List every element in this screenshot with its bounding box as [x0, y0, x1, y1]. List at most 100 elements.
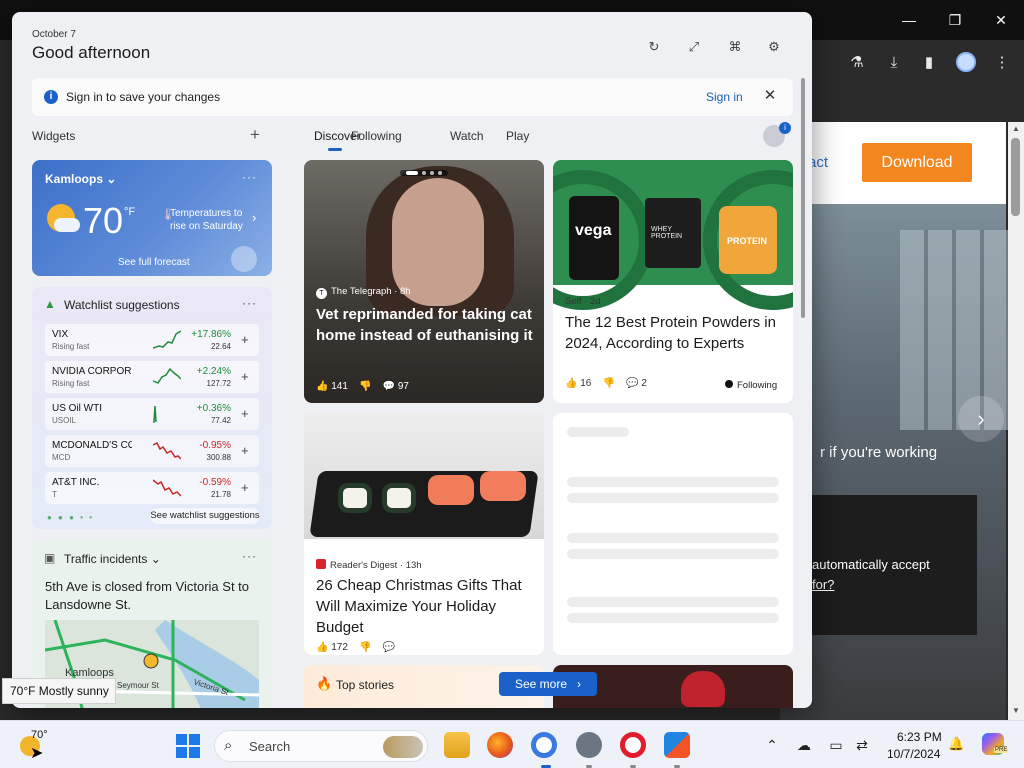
article-image: vega WHEY PROTEIN PROTEIN: [553, 160, 793, 310]
side-panel-icon[interactable]: ▮: [918, 52, 940, 74]
network-icon[interactable]: ⇄: [852, 735, 872, 755]
stock-row[interactable]: VIX Rising fast +17.86% 22.64 +: [45, 324, 259, 356]
dislike-icon[interactable]: 👎: [359, 381, 371, 392]
display-icon[interactable]: ▭: [826, 735, 846, 755]
comment-count: 2: [641, 378, 647, 389]
close-banner-icon[interactable]: ✕: [760, 86, 780, 106]
like-count: 16: [580, 378, 592, 389]
like-icon[interactable]: 👍: [316, 381, 328, 392]
expand-icon[interactable]: ⤢: [683, 36, 705, 58]
microsoft-store-icon[interactable]: [664, 732, 690, 758]
maximize-button[interactable]: ❐: [943, 8, 967, 32]
signin-link[interactable]: Sign in: [706, 90, 743, 104]
cookie-dialog-link[interactable]: for?: [812, 577, 834, 592]
download-button[interactable]: Download: [862, 143, 972, 182]
see-watchlist-button[interactable]: See watchlist suggestions: [150, 508, 260, 524]
taskbar-date[interactable]: 10/7/2024: [887, 747, 940, 761]
file-explorer-icon[interactable]: [444, 732, 470, 758]
news-card[interactable]: vega WHEY PROTEIN PROTEIN Self · 2d The …: [553, 160, 793, 403]
weather-more-options[interactable]: ···: [242, 170, 257, 184]
tab-play[interactable]: Play: [506, 129, 529, 143]
stock-row[interactable]: AT&T INC. T -0.59% 21.78 +: [45, 472, 259, 504]
chrome-icon[interactable]: [531, 732, 557, 758]
skeleton-line: [567, 613, 779, 623]
tab-following[interactable]: Following: [351, 129, 402, 143]
watchlist-more-options[interactable]: ···: [242, 296, 257, 310]
pin-icon[interactable]: ⌘: [724, 36, 746, 58]
slideshow-indicator: [400, 170, 448, 176]
add-stock-button[interactable]: +: [241, 443, 249, 458]
traffic-more-options[interactable]: ···: [242, 549, 257, 563]
panel-scrollbar[interactable]: [801, 78, 805, 318]
article-source[interactable]: Reader's Digest · 13h: [316, 559, 422, 571]
add-stock-button[interactable]: +: [241, 369, 249, 384]
following-badge[interactable]: Following: [725, 380, 777, 391]
labs-flask-icon[interactable]: ⚗: [846, 52, 868, 74]
add-stock-button[interactable]: +: [241, 332, 249, 347]
cloud-offline-icon[interactable]: ☁: [794, 735, 814, 755]
chevron-right-icon[interactable]: ›: [252, 210, 256, 225]
stocks-icon: ▲: [44, 297, 56, 311]
stock-price: 22.64: [210, 342, 231, 351]
stock-row[interactable]: MCDONALD'S COR... MCD -0.95% 300.88 +: [45, 435, 259, 467]
pagination-dots[interactable]: ● ● ● • •: [47, 513, 94, 522]
stock-row[interactable]: US Oil WTI USOIL +0.36% 77.42 +: [45, 398, 259, 430]
signin-message: Sign in to save your changes: [66, 90, 221, 104]
minimize-button[interactable]: —: [897, 8, 921, 32]
profile-avatar-icon[interactable]: [956, 52, 976, 72]
article-headline[interactable]: The 12 Best Protein Powders in 2024, Acc…: [565, 312, 787, 354]
protein-jar-image: PROTEIN: [719, 206, 777, 274]
tab-watch[interactable]: Watch: [450, 129, 484, 143]
add-widget-button[interactable]: +: [246, 125, 264, 145]
chevron-up-icon[interactable]: ⌃: [762, 735, 782, 755]
comment-icon[interactable]: 💬: [626, 378, 638, 389]
scroll-up-icon[interactable]: ▲: [1010, 124, 1022, 133]
dislike-icon[interactable]: 👎: [602, 378, 614, 389]
carousel-next-icon[interactable]: ›: [958, 396, 1004, 442]
settings-gear-icon[interactable]: ⚙: [763, 36, 785, 58]
dislike-icon[interactable]: 👎: [359, 642, 371, 653]
comment-icon[interactable]: 💬: [383, 642, 395, 653]
salmon-nigiri-image: [480, 471, 526, 501]
skeleton-line: [567, 427, 629, 437]
see-forecast-link[interactable]: See full forecast: [118, 257, 190, 268]
comment-count: 97: [397, 381, 409, 392]
add-stock-button[interactable]: +: [241, 406, 249, 421]
downloads-icon[interactable]: ⤓: [883, 52, 905, 74]
traffic-title[interactable]: Traffic incidents ⌄: [64, 552, 161, 566]
add-stock-button[interactable]: +: [241, 480, 249, 495]
stock-subtitle: MCD: [52, 453, 71, 462]
stock-subtitle: Rising fast: [52, 342, 90, 351]
skeleton-line: [567, 597, 779, 607]
comment-icon[interactable]: 💬: [383, 381, 395, 392]
like-icon[interactable]: 👍: [565, 378, 577, 389]
news-card[interactable]: T The Telegraph · 8h Vet reprimanded for …: [304, 160, 544, 403]
like-icon[interactable]: 👍: [316, 642, 328, 653]
watchlist-title: Watchlist suggestions: [64, 298, 180, 312]
article-headline[interactable]: Vet reprimanded for taking cat home inst…: [316, 304, 536, 346]
settings-gear-taskbar-icon[interactable]: [576, 732, 602, 758]
stock-row[interactable]: NVIDIA CORPOR... Rising fast +2.24% 127.…: [45, 361, 259, 393]
refresh-icon[interactable]: ↻: [643, 36, 665, 58]
weather-temperature: 70: [83, 200, 124, 241]
stock-price: 300.88: [206, 453, 231, 462]
scroll-down-icon[interactable]: ▼: [1010, 706, 1022, 715]
weather-city[interactable]: Kamloops ⌄: [45, 172, 116, 186]
source-logo-icon: T: [316, 288, 327, 299]
article-source[interactable]: T The Telegraph · 8h: [316, 286, 411, 299]
opera-icon[interactable]: [620, 732, 646, 758]
taskbar-temperature[interactable]: 70°: [31, 729, 48, 741]
page-scrollbar-thumb[interactable]: [1011, 138, 1020, 216]
taskbar-search-box[interactable]: ⌕ Search: [214, 730, 428, 762]
taskbar-time[interactable]: 6:23 PM: [897, 730, 942, 744]
weather-widget[interactable]: Kamloops ⌄ ··· 70 °F 🌡 Temperatures to r…: [32, 160, 272, 276]
article-source[interactable]: Self · 2d: [565, 296, 600, 307]
start-windows-icon[interactable]: [176, 734, 200, 758]
see-more-button[interactable]: See more ›: [499, 672, 597, 696]
close-window-button[interactable]: ✕: [989, 8, 1013, 32]
browser-menu-icon[interactable]: ⋮: [991, 52, 1013, 74]
article-headline[interactable]: 26 Cheap Christmas Gifts That Will Maxim…: [316, 575, 536, 638]
firefox-icon[interactable]: [487, 732, 513, 758]
news-card[interactable]: Reader's Digest · 13h 26 Cheap Christmas…: [304, 413, 544, 655]
notification-bell-icon[interactable]: 🔔: [948, 736, 964, 752]
